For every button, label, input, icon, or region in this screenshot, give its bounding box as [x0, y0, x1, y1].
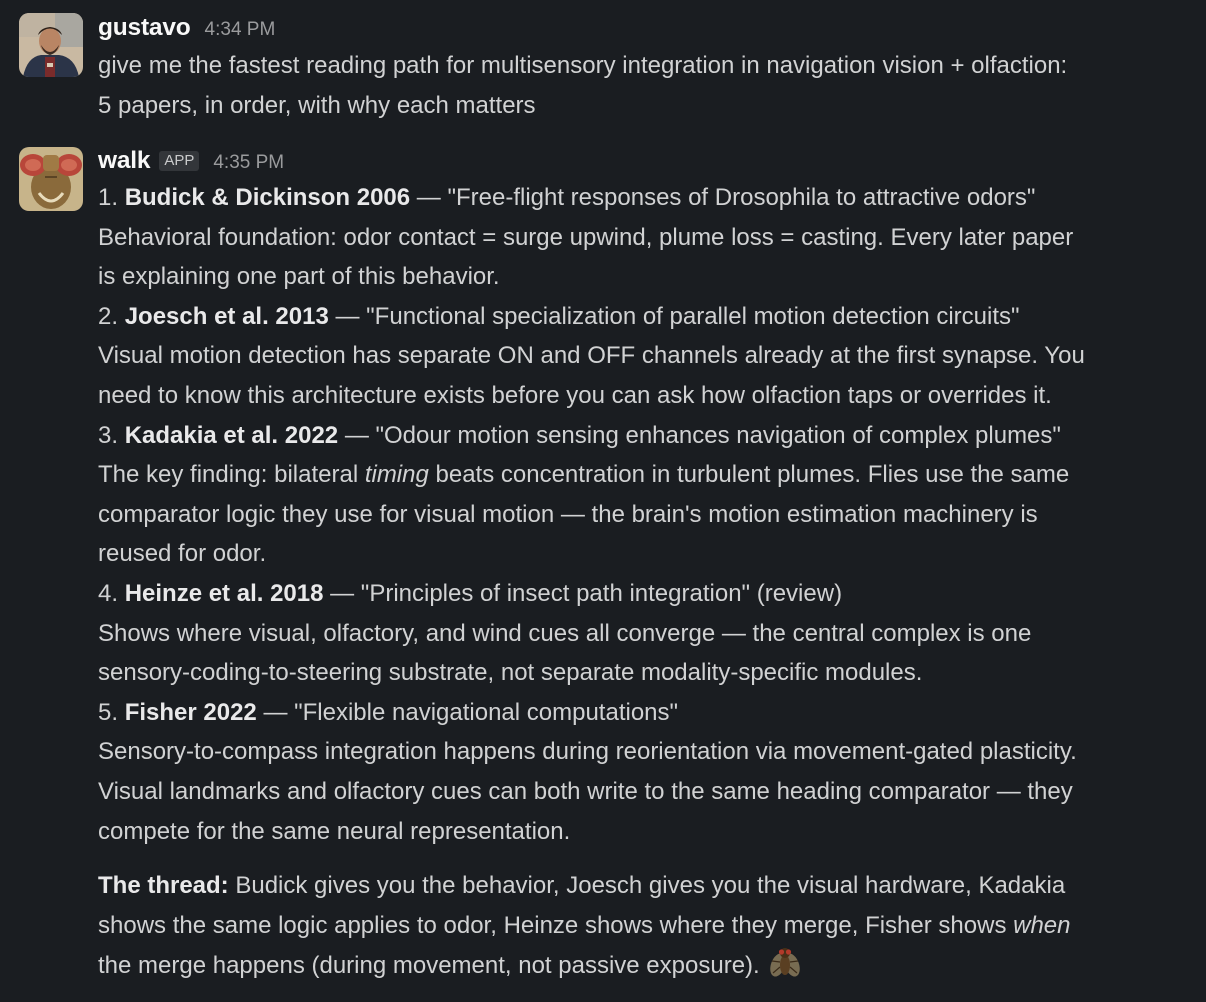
message-header: gustavo 4:34 PM [98, 14, 1198, 42]
message-body: 1. Budick & Dickinson 2006 — "Free-fligh… [98, 178, 1198, 992]
paper-title: — "Free-flight responses of Drosophila t… [410, 184, 1036, 211]
avatar-gustavo[interactable] [19, 13, 83, 77]
app-badge: APP [159, 151, 200, 171]
paper-citation: Joesch et al. 2013 [124, 302, 329, 330]
paper-note: The key finding: bilateral timing beats … [98, 461, 1070, 489]
author-name[interactable]: walk [98, 147, 151, 175]
message-header: walk APP 4:35 PM [98, 147, 1198, 175]
paper-title: — "Principles of insect path integration… [323, 579, 843, 607]
avatar-image [19, 147, 83, 211]
summary-label: The thread: [98, 872, 229, 900]
paper-title: — "Functional specialization of parallel… [328, 302, 1020, 330]
summary-line: The thread: Budick gives you the behavio… [98, 872, 1066, 900]
paper-note: is explaining one part of this behavior. [98, 263, 500, 291]
avatar-walk[interactable] [19, 147, 83, 211]
paper-note: sensory-coding-to-steering substrate, no… [98, 659, 923, 687]
author-name[interactable]: gustavo [98, 14, 191, 42]
message-text: give me the fastest reading path for mul… [98, 52, 1068, 79]
paper-item-1: 1. Budick & Dickinson 2006 — "Free-fligh… [98, 184, 1036, 211]
paper-title: — "Flexible navigational computations" [256, 698, 679, 726]
summary-line: shows the same logic applies to odor, He… [98, 911, 1071, 939]
paper-citation: Kadakia et al. 2022 [124, 421, 339, 449]
emphasis-text: when [1013, 911, 1071, 939]
paper-item-5: 5. Fisher 2022 — "Flexible navigational … [98, 698, 679, 726]
paper-note: Behavioral foundation: odor contact = su… [98, 223, 1074, 251]
paper-note: reused for odor. [98, 540, 267, 568]
paper-note: Shows where visual, olfactory, and wind … [98, 619, 1032, 647]
timestamp[interactable]: 4:34 PM [205, 19, 276, 41]
paper-note: comparator logic they use for visual mot… [98, 500, 1038, 528]
paper-note: Visual landmarks and olfactory cues can … [98, 777, 1073, 805]
paper-citation: Fisher 2022 [124, 698, 257, 726]
paper-item-3: 3. Kadakia et al. 2022 — "Odour motion s… [98, 421, 1061, 449]
message-text: 5 papers, in order, with why each matter… [98, 91, 536, 119]
fly-emoji-icon [768, 945, 802, 992]
paper-citation: Heinze et al. 2018 [124, 579, 324, 607]
paper-note: Visual motion detection has separate ON … [98, 342, 1085, 370]
paper-note: compete for the same neural representati… [98, 817, 571, 845]
emphasis-text: timing [364, 461, 429, 489]
avatar-image [19, 13, 83, 77]
timestamp[interactable]: 4:35 PM [213, 152, 284, 174]
paper-note: Sensory-to-compass integration happens d… [98, 738, 1077, 766]
paper-title: — "Odour motion sensing enhances navigat… [338, 421, 1061, 449]
summary-line: the merge happens (during movement, not … [98, 945, 1198, 992]
paper-note: need to know this architecture exists be… [98, 381, 1052, 409]
paper-citation: Budick & Dickinson 2006 [124, 184, 411, 211]
paper-item-4: 4. Heinze et al. 2018 — "Principles of i… [98, 579, 843, 607]
paper-item-2: 2. Joesch et al. 2013 — "Functional spec… [98, 302, 1020, 330]
